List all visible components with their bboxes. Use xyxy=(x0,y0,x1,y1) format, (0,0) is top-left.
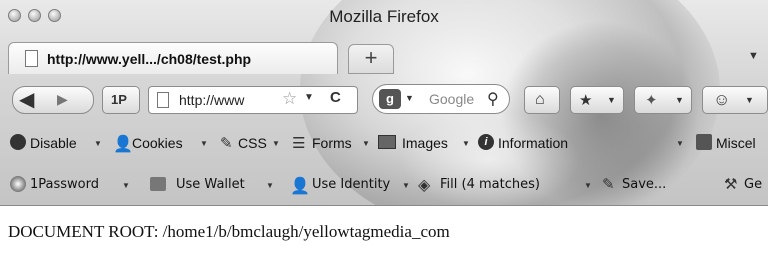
menu-miscellaneous[interactable]: Miscel xyxy=(716,135,756,151)
forward-arrow-icon[interactable]: ▶ xyxy=(57,91,68,108)
wallet-dropdown-icon[interactable]: ▼ xyxy=(266,181,274,190)
tab-title: http://www.yell.../ch08/test.php xyxy=(47,51,252,67)
bookmark-star-icon[interactable]: ☆ xyxy=(282,89,297,109)
bookmarks-button[interactable]: ★ ▼ xyxy=(570,86,624,114)
browser-chrome: Mozilla Firefox http://www.yell.../ch08/… xyxy=(0,0,768,206)
tab-bar: http://www.yell.../ch08/test.php + ▼ xyxy=(0,36,768,76)
onepassword-button[interactable]: 1P xyxy=(102,86,140,114)
search-icon[interactable]: ⚲ xyxy=(487,89,499,109)
search-input[interactable]: Google xyxy=(429,91,474,107)
fill-icon: ◈ xyxy=(418,177,431,194)
greasemonkey-button[interactable]: ☺ ▼ xyxy=(702,86,768,114)
cookies-dropdown-icon[interactable]: ▼ xyxy=(200,139,208,148)
navigation-bar: ◀ ▶ 1P http://www ☆ ▼ C g ▼ Google ⚲ ⌂ ★… xyxy=(0,78,768,122)
back-arrow-icon[interactable]: ◀ xyxy=(19,87,34,112)
menu-forms[interactable]: Forms xyxy=(312,135,352,151)
extension-dropdown-icon: ▼ xyxy=(675,95,684,105)
menu-use-identity[interactable]: Use Identity xyxy=(312,177,390,192)
web-developer-toolbar: Disable ▼ 👤 Cookies ▼ ✎ CSS ▼ ☰ Forms ▼ … xyxy=(0,126,768,162)
back-forward-group: ◀ ▶ xyxy=(12,86,94,114)
information-icon: i xyxy=(478,134,494,150)
document-root-text: DOCUMENT ROOT: /home1/b/bmclaugh/yellowt… xyxy=(8,222,450,241)
bookmarks-star-icon: ★ xyxy=(579,92,593,109)
miscellaneous-icon xyxy=(696,134,712,150)
wallet-icon xyxy=(150,177,166,191)
forms-icon: ☰ xyxy=(292,135,306,152)
password-toolbar: 1Password ▼ Use Wallet ▼ 👤 Use Identity … xyxy=(0,168,768,204)
save-icon: ✎ xyxy=(602,176,615,193)
cookies-icon: 👤 xyxy=(113,136,133,153)
menu-information[interactable]: Information xyxy=(498,135,568,151)
onepassword-label: 1P xyxy=(111,92,127,107)
home-icon: ⌂ xyxy=(535,91,545,108)
new-tab-button[interactable]: + xyxy=(348,44,394,74)
forms-dropdown-icon[interactable]: ▼ xyxy=(362,139,370,148)
home-button[interactable]: ⌂ xyxy=(524,86,560,114)
bookmarks-dropdown-icon: ▼ xyxy=(607,95,616,105)
page-icon xyxy=(157,92,169,108)
window-title: Mozilla Firefox xyxy=(329,7,439,26)
menu-cookies[interactable]: Cookies xyxy=(132,135,183,151)
engine-dropdown-icon[interactable]: ▼ xyxy=(405,93,414,103)
disable-dropdown-icon[interactable]: ▼ xyxy=(94,139,102,148)
history-dropdown-icon[interactable]: ▼ xyxy=(304,92,314,103)
css-pencil-icon: ✎ xyxy=(220,135,233,152)
menu-disable[interactable]: Disable xyxy=(30,135,77,151)
images-dropdown-icon[interactable]: ▼ xyxy=(462,139,470,148)
greasemonkey-dropdown-icon: ▼ xyxy=(745,95,754,105)
extension-button[interactable]: ✦ ▼ xyxy=(634,86,692,114)
generate-hammer-icon: ⚒ xyxy=(724,176,738,193)
disable-icon xyxy=(10,134,26,150)
onepassword-icon xyxy=(10,176,26,192)
menu-css[interactable]: CSS xyxy=(238,135,267,151)
tab-list-dropdown-icon[interactable]: ▼ xyxy=(748,50,759,62)
puzzle-icon: ✦ xyxy=(645,92,658,109)
url-bar[interactable]: http://www xyxy=(148,86,358,114)
fill-dropdown-icon[interactable]: ▼ xyxy=(584,181,592,190)
search-bar[interactable]: g ▼ Google ⚲ xyxy=(372,84,510,114)
menu-save[interactable]: Save... xyxy=(622,177,666,192)
monkey-icon: ☺ xyxy=(713,90,731,109)
page-icon xyxy=(25,50,38,67)
url-input[interactable]: http://www xyxy=(179,92,244,108)
css-dropdown-icon[interactable]: ▼ xyxy=(272,139,280,148)
menu-use-wallet[interactable]: Use Wallet xyxy=(176,177,245,192)
tab-test-php[interactable]: http://www.yell.../ch08/test.php xyxy=(8,42,338,74)
identity-dropdown-icon[interactable]: ▼ xyxy=(402,181,410,190)
information-dropdown-icon[interactable]: ▼ xyxy=(676,139,684,148)
google-engine-icon[interactable]: g xyxy=(379,89,401,109)
menu-fill-matches[interactable]: Fill (4 matches) xyxy=(440,177,540,192)
menu-images[interactable]: Images xyxy=(402,135,448,151)
menu-1password[interactable]: 1Password xyxy=(30,177,99,192)
images-icon xyxy=(378,135,396,149)
onepassword-dropdown-icon[interactable]: ▼ xyxy=(122,181,130,190)
menu-generate[interactable]: Ge xyxy=(744,177,762,192)
identity-icon: 👤 xyxy=(290,178,310,195)
title-bar: Mozilla Firefox xyxy=(0,0,768,34)
reload-icon[interactable]: C xyxy=(330,89,341,106)
